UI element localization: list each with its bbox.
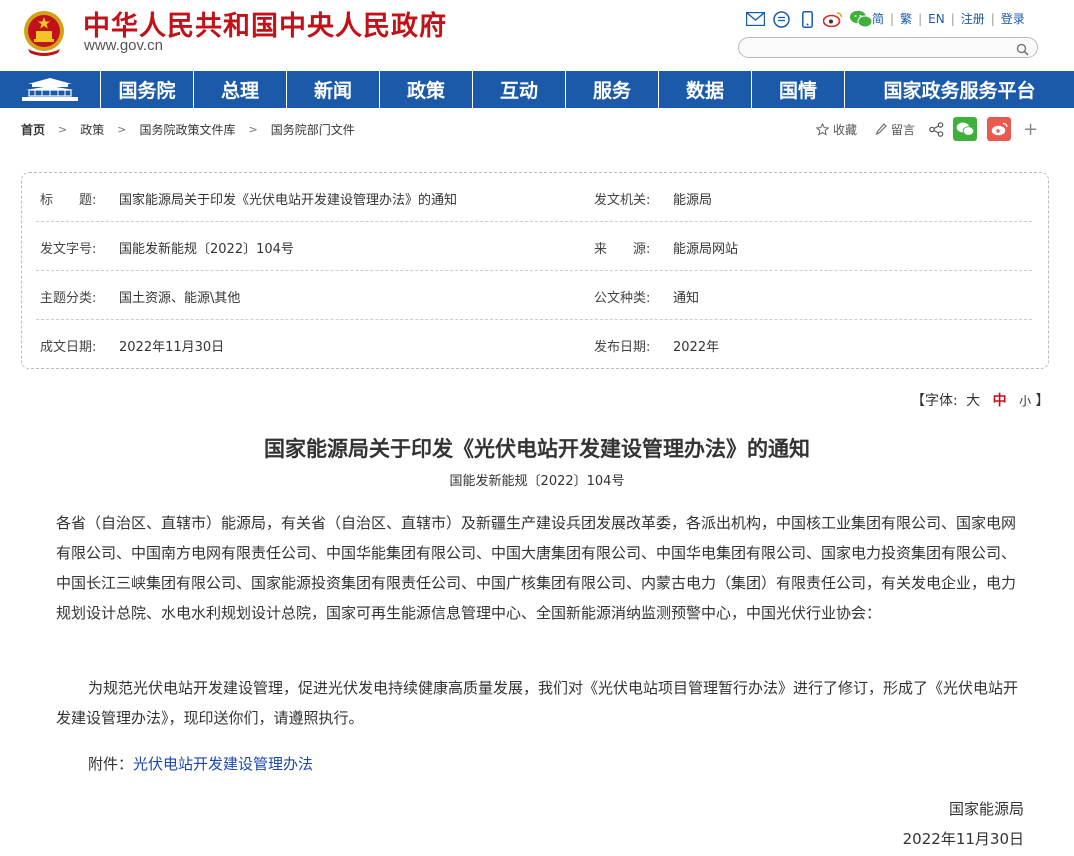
divider: | xyxy=(918,11,923,26)
document-info-table: 标 题: 国家能源局关于印发《光伏电站开发建设管理办法》的通知 发文机关: 能源… xyxy=(21,172,1049,369)
topic-value: 国土资源、能源\其他 xyxy=(119,291,241,306)
pencil-icon xyxy=(875,122,887,135)
message-icon[interactable] xyxy=(771,9,791,29)
addressees-paragraph: 各省（自治区、直辖市）能源局，有关省（自治区、直辖市）及新疆生产建设兵团发展改革… xyxy=(56,514,1017,622)
wechat-share-icon[interactable] xyxy=(953,117,978,141)
issuing-authority-label: 发文机关: xyxy=(594,193,651,208)
favorite-label: 收藏 xyxy=(833,122,858,137)
font-size-small-button[interactable]: 小 xyxy=(1019,394,1031,408)
nav-policies[interactable]: 政策 xyxy=(380,71,473,108)
search-box xyxy=(738,37,1038,58)
star-icon xyxy=(816,122,829,136)
nav-government-service-platform[interactable]: 国家政务服务平台 xyxy=(845,71,1074,108)
publish-date-label: 发布日期: xyxy=(594,340,651,355)
weibo-icon[interactable] xyxy=(823,9,843,29)
title-value: 国家能源局关于印发《光伏电站开发建设管理办法》的通知 xyxy=(119,193,458,208)
publish-date-value: 2022年 xyxy=(673,340,720,355)
source-value: 能源局网站 xyxy=(673,242,739,257)
chevron-right-icon: > xyxy=(58,123,68,136)
search-input[interactable] xyxy=(749,40,1011,55)
more-share-button[interactable]: + xyxy=(1023,119,1038,140)
favorite-button[interactable]: 收藏 xyxy=(816,121,857,138)
national-emblem-icon[interactable] xyxy=(22,9,66,57)
divider: | xyxy=(890,11,895,26)
weibo-share-icon[interactable] xyxy=(987,117,1012,141)
traditional-chinese-link[interactable]: 繁 xyxy=(900,10,912,27)
document-number: 国能发新能规〔2022〕104号 xyxy=(449,474,625,489)
tiananmen-logo-icon[interactable] xyxy=(0,71,101,108)
register-link[interactable]: 注册 xyxy=(961,10,985,27)
attachment-label: 附件： xyxy=(88,755,134,773)
nav-state-council[interactable]: 国务院 xyxy=(101,71,194,108)
comment-label: 留言 xyxy=(891,122,916,137)
topic-label: 主题分类: xyxy=(40,291,97,306)
simplified-chinese-link[interactable]: 简 xyxy=(872,10,884,27)
main-nav: 国务院 总理 新闻 政策 互动 服务 数据 国情 国家政务服务平台 xyxy=(0,71,1074,108)
chevron-right-icon: > xyxy=(117,123,127,136)
article-title: 国家能源局关于印发《光伏电站开发建设管理办法》的通知 xyxy=(264,436,810,461)
top-icon-bar xyxy=(745,8,873,30)
nav-services[interactable]: 服务 xyxy=(566,71,659,108)
document-number-label: 发文字号: xyxy=(40,242,97,257)
breadcrumb-department-documents[interactable]: 国务院部门文件 xyxy=(271,121,355,138)
nav-premier[interactable]: 总理 xyxy=(194,71,287,108)
nav-news[interactable]: 新闻 xyxy=(287,71,380,108)
nav-national-conditions[interactable]: 国情 xyxy=(752,71,845,108)
info-row: 发文字号: 国能发新能规〔2022〕104号 来 源: 能源局网站 xyxy=(36,222,1032,271)
share-bar: 收藏 留言 + xyxy=(816,117,1038,141)
comment-button[interactable]: 留言 xyxy=(875,121,915,138)
source-label: 来 源: xyxy=(594,242,651,257)
signature-date: 2022年11月30日 xyxy=(902,830,1024,848)
login-link[interactable]: 登录 xyxy=(1001,10,1025,27)
font-size-label: 【字体: xyxy=(911,393,958,409)
issuing-authority-value: 能源局 xyxy=(673,193,713,208)
breadcrumb: 首页 > 政策 > 国务院政策文件库 > 国务院部门文件 xyxy=(21,121,355,138)
font-size-control: 【字体: 大 中 小 】 xyxy=(911,390,1050,410)
top-links: 简 | 繁 | EN | 注册 | 登录 xyxy=(872,10,1025,27)
breadcrumb-policies[interactable]: 政策 xyxy=(80,121,104,138)
mobile-icon[interactable] xyxy=(797,9,817,29)
signature-org: 国家能源局 xyxy=(948,800,1024,818)
breadcrumb-home[interactable]: 首页 xyxy=(21,121,45,138)
attachment-line: 附件：光伏电站开发建设管理办法 xyxy=(88,750,313,778)
attachment-link[interactable]: 光伏电站开发建设管理办法 xyxy=(133,755,313,773)
written-date-label: 成文日期: xyxy=(40,340,97,355)
wechat-icon[interactable] xyxy=(849,9,873,29)
info-row: 标 题: 国家能源局关于印发《光伏电站开发建设管理办法》的通知 发文机关: 能源… xyxy=(36,173,1032,222)
divider: | xyxy=(950,11,955,26)
site-url[interactable]: www.gov.cn xyxy=(84,37,163,54)
font-size-large-button[interactable]: 大 xyxy=(966,393,980,409)
title-label: 标 题: xyxy=(40,193,97,208)
nav-interaction[interactable]: 互动 xyxy=(473,71,566,108)
document-type-label: 公文种类: xyxy=(594,291,651,306)
breadcrumb-policy-library[interactable]: 国务院政策文件库 xyxy=(139,121,235,138)
font-size-bracket: 】 xyxy=(1035,393,1050,409)
document-type-value: 通知 xyxy=(673,291,700,306)
share-icon[interactable] xyxy=(929,121,944,137)
search-icon[interactable] xyxy=(1016,41,1029,56)
written-date-value: 2022年11月30日 xyxy=(119,340,225,355)
info-row: 主题分类: 国土资源、能源\其他 公文种类: 通知 xyxy=(36,271,1032,320)
body-paragraph: 为规范光伏电站开发建设管理，促进光伏发电持续健康高质量发展，我们对《光伏电站项目… xyxy=(56,679,1019,727)
info-row: 成文日期: 2022年11月30日 发布日期: 2022年 xyxy=(36,320,1032,369)
english-link[interactable]: EN xyxy=(928,12,945,26)
nav-data[interactable]: 数据 xyxy=(659,71,752,108)
mail-icon[interactable] xyxy=(745,9,765,29)
divider: | xyxy=(990,11,995,26)
font-size-medium-button[interactable]: 中 xyxy=(993,393,1007,409)
chevron-right-icon: > xyxy=(248,123,258,136)
site-header: 中华人民共和国中央人民政府 www.gov.cn 简 | 繁 | EN | 注册… xyxy=(0,0,1074,72)
document-number-value: 国能发新能规〔2022〕104号 xyxy=(119,242,294,257)
